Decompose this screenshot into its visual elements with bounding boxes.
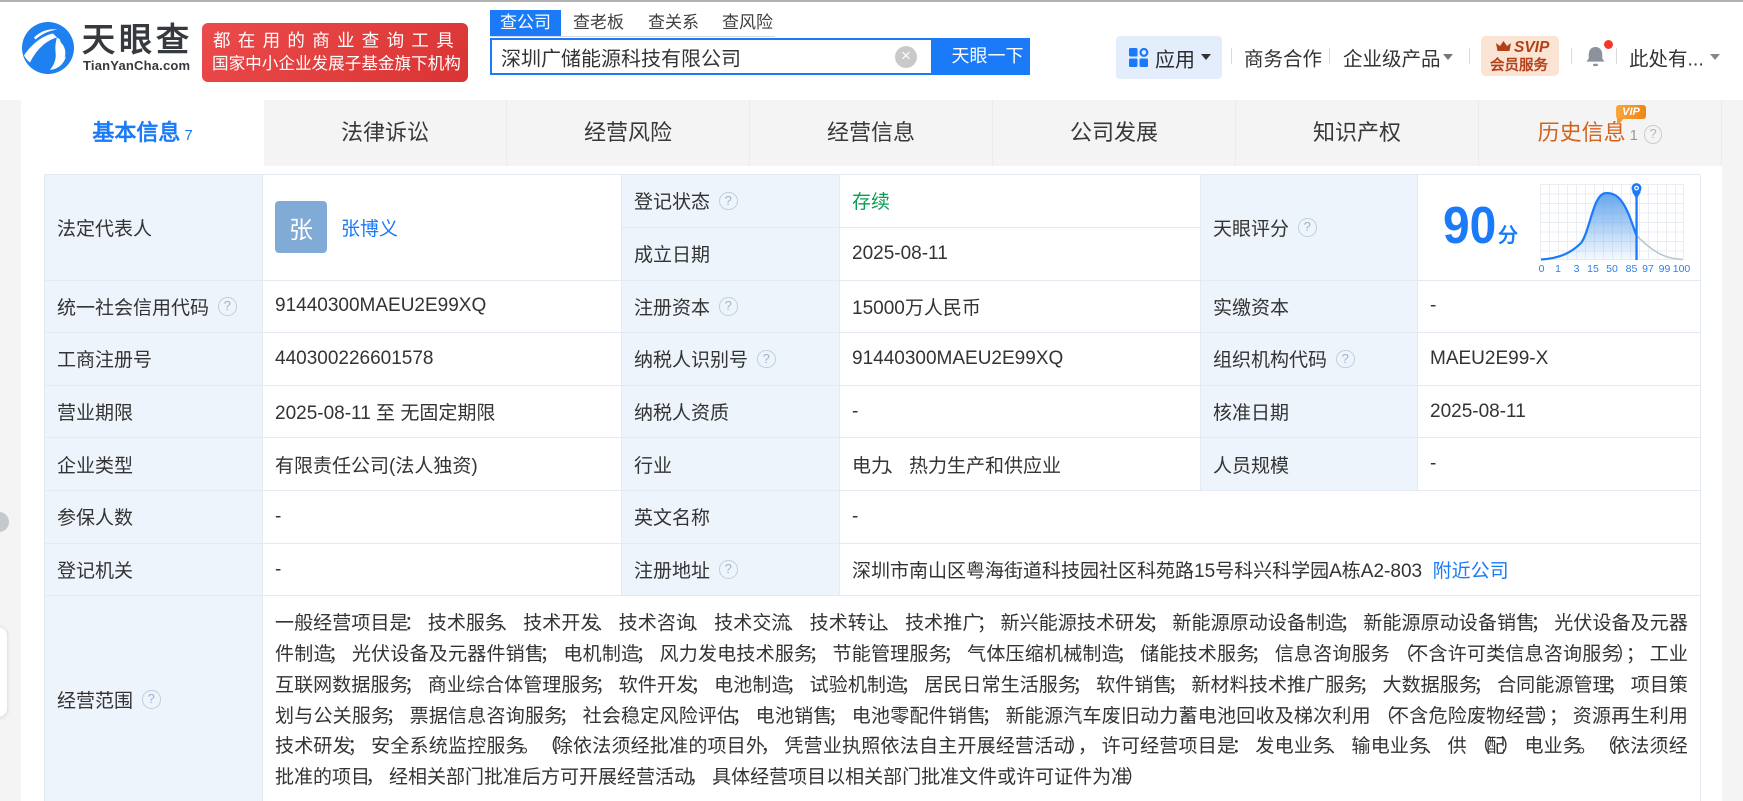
svg-text:50: 50 (1606, 263, 1618, 275)
svg-text:100: 100 (1673, 263, 1691, 275)
svg-text:85: 85 (1626, 263, 1638, 275)
svg-text:0: 0 (1539, 263, 1545, 275)
svg-text:97: 97 (1642, 263, 1654, 275)
svg-text:15: 15 (1587, 263, 1599, 275)
svg-text:99: 99 (1659, 263, 1671, 275)
svg-text:3: 3 (1574, 263, 1580, 275)
svg-text:1: 1 (1555, 263, 1561, 275)
